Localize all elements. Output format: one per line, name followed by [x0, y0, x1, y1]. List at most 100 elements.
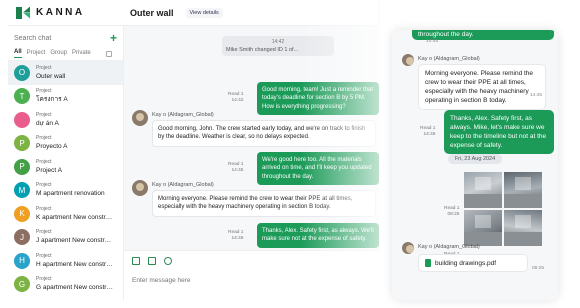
chat-avatar: T: [14, 88, 30, 105]
chat-type-label: Project: [36, 111, 52, 118]
view-details-button[interactable]: View details: [185, 7, 223, 18]
chat-avatar: [14, 111, 30, 128]
outgoing-message[interactable]: Good morning, team! Just a reminder that…: [257, 82, 379, 116]
search-chat-input[interactable]: [14, 34, 110, 42]
chat-list-item[interactable]: M Project M apartment renovation: [8, 179, 123, 203]
sender-name: Kay o (Aldagram_Global): [418, 56, 480, 62]
filter-icon[interactable]: [106, 50, 112, 57]
tab-group[interactable]: Group: [50, 50, 67, 58]
sender-avatar[interactable]: [132, 180, 148, 196]
chat-name: Proyecto A: [36, 143, 68, 151]
kanna-logo-icon: [16, 6, 30, 19]
incoming-message[interactable]: Good morning, John. The crew started ear…: [152, 120, 376, 147]
chat-meta: Project M apartment renovation: [36, 182, 114, 198]
sender-name: Kay o (Aldagram_Global): [152, 182, 214, 188]
image-icon[interactable]: [132, 257, 140, 265]
chat-name: M apartment renovation: [36, 190, 105, 198]
site-photo[interactable]: [504, 210, 542, 246]
message-time: 08:25: [532, 266, 545, 271]
chat-main: Outer wall View details 14:42 Mike Smith…: [124, 0, 380, 300]
chat-meta: ProjectH apartment New constructi…: [36, 253, 114, 269]
sender-avatar[interactable]: [402, 242, 414, 254]
chat-list-item[interactable]: K Project K apartment New construct…: [8, 202, 123, 226]
site-photo[interactable]: [464, 210, 502, 246]
chat-meta: Project โครงการ A: [36, 88, 114, 104]
site-photo[interactable]: [504, 172, 542, 208]
sender-name: Kay o (Aldagram_Global): [418, 244, 480, 250]
chat-meta: Project Proyecto A: [36, 135, 114, 151]
kanna-logo: KANNA: [8, 6, 85, 19]
chat-name: H apartment New constructi…: [36, 260, 114, 268]
chat-type-label: Project: [36, 205, 52, 212]
add-chat-button[interactable]: +: [110, 32, 117, 44]
chat-name: โครงการ A: [36, 96, 68, 104]
message-time: 14:45: [530, 93, 543, 98]
message-time: 14:42: [231, 98, 244, 103]
message-time: 14:46: [423, 132, 436, 137]
chat-meta: Project G apartment New construct…: [36, 276, 114, 292]
file-attachment[interactable]: building drawings.pdf: [418, 254, 528, 272]
read-receipt: Read 1 14:46: [228, 230, 243, 242]
outgoing-message[interactable]: Thanks, Alex. Safety first, as always. W…: [257, 223, 379, 248]
chat-meta: Project dự án A: [36, 112, 114, 128]
tab-all[interactable]: All: [14, 49, 22, 58]
mobile-chat-panel: throughout the day. 14:45 Kay o (Aldagra…: [392, 30, 558, 300]
outgoing-message[interactable]: We're good here too. All the materials a…: [257, 152, 379, 186]
incoming-message[interactable]: Morning everyone. Please remind the crew…: [152, 190, 376, 217]
partial-message-text: throughout the day.: [418, 31, 474, 38]
sender-avatar[interactable]: [132, 110, 148, 126]
chat-type-label: Project: [36, 252, 52, 259]
chat-list-item[interactable]: G Project G apartment New construct…: [8, 273, 123, 297]
chat-name: Project A: [36, 166, 63, 174]
chat-list-item[interactable]: H ProjectH apartment New constructi…: [8, 249, 123, 273]
chat-list-item[interactable]: O Project Outer wall: [8, 61, 123, 85]
read-receipt: Read 1 14:42: [228, 92, 243, 104]
message-time: 14:45: [231, 168, 244, 173]
message-time: 08:25: [447, 212, 460, 217]
chat-type-label: Project: [36, 182, 52, 189]
outgoing-message[interactable]: Thanks, Alex. Safety first, as always. M…: [444, 110, 554, 154]
chat-type-label: Project: [36, 229, 52, 236]
chat-meta: Project Project A: [36, 159, 114, 175]
chat-avatar: J: [14, 229, 30, 246]
desktop-app-window: KANNA + All Project Group Private O Proje…: [8, 0, 380, 300]
chat-avatar: O: [14, 64, 30, 81]
chat-type-label: Project: [36, 158, 52, 165]
chat-avatar: H: [14, 252, 30, 269]
chat-avatar: K: [14, 205, 30, 222]
chat-meta: Project K apartment New construct…: [36, 206, 114, 222]
chat-list-item[interactable]: P Project Proyecto A: [8, 132, 123, 156]
file-icon[interactable]: [148, 257, 156, 265]
chat-name: K apartment New construct…: [36, 213, 114, 221]
chat-header: Outer wall View details: [124, 0, 380, 26]
message-time: 14:46: [231, 236, 244, 241]
photo-grid: [464, 172, 542, 246]
system-message-text: Mike Smith changed ID 1 of...: [226, 47, 299, 53]
chat-type-label: Project: [36, 276, 52, 283]
search-row: +: [8, 29, 123, 47]
chat-sidebar: + All Project Group Private OProjectOute…: [8, 26, 124, 300]
chat-filter-tabs: All Project Group Private: [8, 47, 123, 61]
chat-list-item[interactable]: Project dự án A: [8, 108, 123, 132]
message-input[interactable]: [132, 277, 332, 284]
chat-list-item[interactable]: J Project J apartment New constructi…: [8, 226, 123, 250]
chat-type-label: Project: [36, 64, 52, 71]
chat-list-item[interactable]: P Project Project A: [8, 155, 123, 179]
chat-avatar: G: [14, 276, 30, 293]
read-receipt: Read 1 14:45: [228, 162, 243, 174]
chat-type-label: Project: [36, 88, 52, 95]
tab-project[interactable]: Project: [27, 50, 46, 58]
sender-name: Kay o (Aldagram_Global): [152, 112, 214, 118]
chat-list-item[interactable]: T Project โครงการ A: [8, 85, 123, 109]
pdf-file-icon: [425, 259, 431, 267]
sender-avatar[interactable]: [402, 54, 414, 66]
tab-private[interactable]: Private: [72, 50, 91, 58]
brand-name: KANNA: [36, 7, 85, 18]
emoji-icon[interactable]: [164, 257, 172, 265]
site-photo[interactable]: [464, 172, 502, 208]
chat-avatar: P: [14, 158, 30, 175]
date-pill: Fri, 23 Aug 2024: [447, 154, 503, 164]
incoming-message[interactable]: Morning everyone. Please remind the crew…: [418, 64, 546, 110]
message-area[interactable]: 14:42 Mike Smith changed ID 1 of... Read…: [124, 26, 380, 250]
message-composer: [124, 250, 380, 300]
